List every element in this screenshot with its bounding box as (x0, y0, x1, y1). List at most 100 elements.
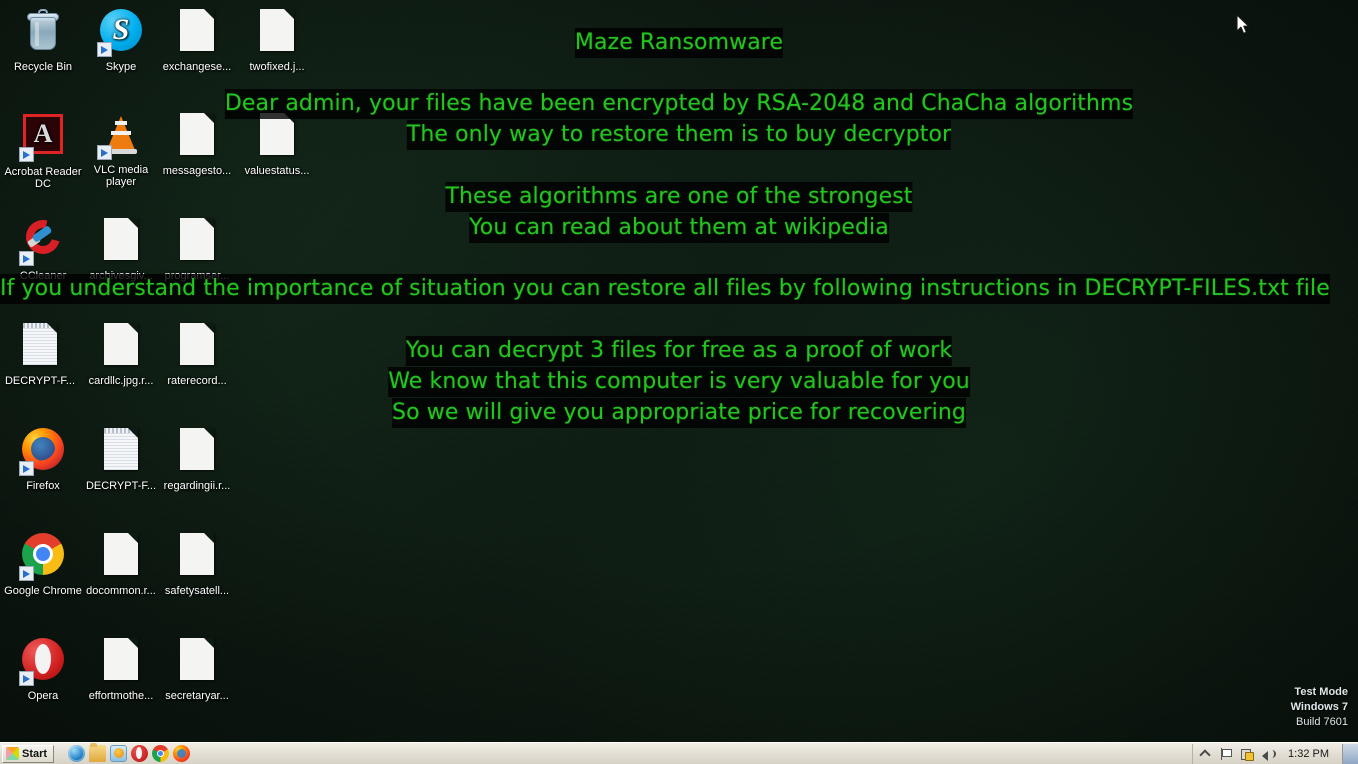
ransom-note-line: The only way to restore them is to buy d… (406, 120, 952, 150)
desktop-icon-art (253, 9, 301, 57)
taskbar[interactable]: Start 1:32 PM (0, 742, 1358, 764)
shortcut-arrow-icon (19, 461, 34, 476)
desktop-icon[interactable]: raterecord... (158, 320, 236, 387)
desktop-icon[interactable]: CCleaner (4, 213, 82, 282)
desktop-icon-art (173, 428, 221, 476)
desktop[interactable]: Recycle Bin S Skype exchangese... twofixed.j… (0, 0, 1358, 742)
desktop-icon[interactable]: exchangese... (158, 6, 236, 73)
desktop-icon-art: A (19, 114, 67, 162)
shortcut-arrow-icon (19, 566, 34, 581)
shortcut-arrow-icon (19, 251, 34, 266)
desktop-icon[interactable]: Opera (4, 635, 82, 702)
blank-file-icon (180, 323, 214, 365)
desktop-icon[interactable]: VLC media player (82, 110, 160, 188)
desktop-icon-art (19, 9, 67, 57)
desktop-icon-label: VLC media player (93, 164, 149, 188)
desktop-icon-art (16, 323, 64, 371)
network-secure-icon[interactable] (1240, 747, 1255, 761)
desktop-icon-art (173, 323, 221, 371)
shortcut-arrow-icon (97, 42, 112, 57)
desktop-icon-label: cardllc.jpg.r... (88, 375, 154, 387)
desktop-icon[interactable]: DECRYPT-F... (1, 320, 79, 387)
opera-icon[interactable] (131, 745, 149, 762)
start-button[interactable]: Start (2, 744, 55, 763)
desktop-icon-label: effortmothe... (88, 690, 154, 702)
desktop-icon-label: safetysatell... (164, 585, 230, 597)
tray-icon-group (1198, 747, 1277, 761)
text-file-icon (23, 323, 57, 365)
ransom-note-line: We know that this computer is very valua… (388, 367, 970, 397)
desktop-icon-art (97, 112, 145, 160)
blank-file-icon (104, 533, 138, 575)
desktop-icon-label: Recycle Bin (13, 61, 73, 73)
ransom-note-line: You can decrypt 3 files for free as a pr… (405, 336, 953, 366)
blank-file-icon (104, 638, 138, 680)
desktop-icon-label: Firefox (26, 480, 60, 492)
desktop-icon-label: DECRYPT-F... (85, 480, 157, 492)
desktop-icon[interactable]: effortmothe... (82, 635, 160, 702)
blank-file-icon (104, 323, 138, 365)
desktop-icon-art (173, 218, 221, 266)
desktop-icon[interactable]: twofixed.j... (238, 6, 316, 73)
watermark-line-2: Windows 7 (1290, 701, 1348, 713)
taskbar-clock[interactable]: 1:32 PM (1282, 748, 1335, 760)
desktop-icon-label: Google Chrome (4, 585, 82, 597)
volume-speaker-icon[interactable] (1261, 747, 1277, 761)
windows-explorer-icon[interactable] (89, 743, 107, 762)
start-button-label: Start (22, 747, 48, 760)
desktop-icon-label: twofixed.j... (249, 61, 305, 73)
desktop-icon[interactable]: Google Chrome (4, 530, 82, 597)
show-hidden-icons-icon[interactable] (1198, 747, 1212, 761)
blank-file-icon (180, 638, 214, 680)
desktop-icon-art (97, 533, 145, 581)
windows-media-player-icon[interactable] (110, 745, 128, 762)
desktop-icon[interactable]: A Acrobat Reader DC (4, 110, 82, 190)
desktop-icon-art (97, 428, 145, 476)
desktop-icon[interactable]: S Skype (82, 6, 160, 73)
desktop-icon-art (173, 533, 221, 581)
blank-file-icon (180, 533, 214, 575)
desktop-icon-label: exchangese... (162, 61, 232, 73)
ransom-note-line: You can read about them at wikipedia (469, 213, 889, 243)
desktop-icon-art (19, 533, 67, 581)
desktop-icon-label: DECRYPT-F... (4, 375, 76, 387)
desktop-icon[interactable]: Firefox (4, 425, 82, 492)
desktop-icon[interactable]: regardingii.r... (158, 425, 236, 492)
desktop-icon-art (19, 213, 67, 266)
desktop-icon[interactable]: docommon.r... (82, 530, 160, 597)
blank-file-icon (180, 9, 214, 51)
desktop-icon[interactable]: cardllc.jpg.r... (82, 320, 160, 387)
watermark-line-1: Test Mode (1294, 686, 1348, 698)
desktop-icon-art: S (97, 9, 145, 57)
desktop-icon[interactable]: safetysatell... (158, 530, 236, 597)
desktop-icon[interactable]: Recycle Bin (4, 6, 82, 73)
system-tray[interactable]: 1:32 PM (1192, 743, 1358, 764)
desktop-icon-label: docommon.r... (86, 585, 156, 597)
shortcut-arrow-icon (19, 671, 34, 686)
desktop-icon[interactable]: secretaryar... (158, 635, 236, 702)
desktop-icon[interactable]: valuestatus... (238, 110, 316, 177)
firefox-icon[interactable] (173, 745, 191, 762)
recycle-bin-icon (24, 9, 62, 51)
show-desktop-button[interactable] (1342, 743, 1358, 764)
desktop-icon-art (253, 113, 301, 161)
chrome-icon[interactable] (152, 745, 170, 762)
blank-file-icon (260, 113, 294, 155)
quick-launch-bar[interactable] (68, 743, 191, 762)
desktop-icon-art (19, 428, 67, 476)
desktop-icon-label: Acrobat Reader DC (4, 166, 82, 190)
desktop-icon-label: regardingii.r... (163, 480, 231, 492)
desktop-icon-art (19, 638, 67, 686)
action-center-flag-icon[interactable] (1219, 747, 1233, 761)
desktop-icon[interactable]: programser... (158, 215, 236, 282)
desktop-icon[interactable]: messagesto... (158, 110, 236, 177)
desktop-icon-art (97, 323, 145, 371)
desktop-icon[interactable]: DECRYPT-F... (82, 425, 160, 492)
desktop-icon[interactable]: archivesgiv... (82, 215, 160, 282)
internet-explorer-icon[interactable] (68, 745, 86, 762)
desktop-icon-label: Opera (27, 690, 59, 702)
ransom-note-line: If you understand the importance of situ… (0, 274, 1330, 304)
blank-file-icon (260, 9, 294, 51)
desktop-icon-art (97, 218, 145, 266)
mouse-cursor-icon (1236, 14, 1250, 34)
